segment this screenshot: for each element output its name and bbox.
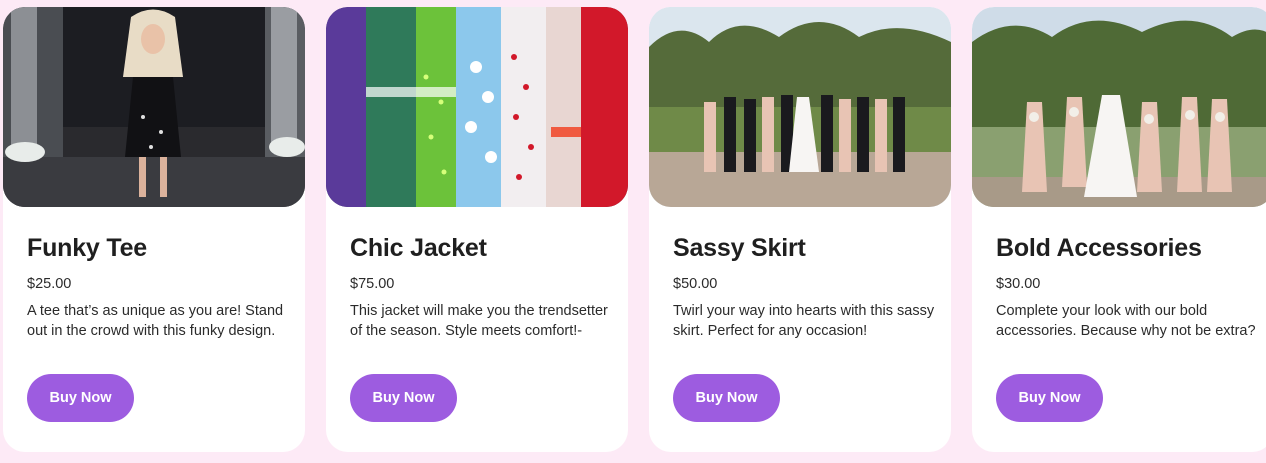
product-title: Sassy Skirt bbox=[673, 234, 806, 262]
product-price: $50.00 bbox=[673, 276, 718, 292]
product-image-funky-tee bbox=[3, 7, 305, 207]
product-price: $25.00 bbox=[27, 276, 72, 292]
buy-now-button[interactable]: Buy Now bbox=[996, 374, 1103, 422]
product-card-chic-jacket: Chic Jacket $75.00 This jacket will make… bbox=[326, 7, 628, 452]
product-details: Funky Tee $25.00 A tee that’s as unique … bbox=[27, 232, 289, 341]
product-details: Chic Jacket $75.00 This jacket will make… bbox=[350, 232, 612, 341]
buy-now-button[interactable]: Buy Now bbox=[27, 374, 134, 422]
product-details: Sassy Skirt $50.00 Twirl your way into h… bbox=[673, 232, 935, 341]
product-description: Complete your look with our bold accesso… bbox=[996, 303, 1256, 339]
product-price: $75.00 bbox=[350, 276, 395, 292]
product-title: Funky Tee bbox=[27, 234, 147, 262]
product-image-bold-accessories bbox=[972, 7, 1266, 207]
buy-now-button[interactable]: Buy Now bbox=[350, 374, 457, 422]
product-card-funky-tee: Funky Tee $25.00 A tee that’s as unique … bbox=[3, 7, 305, 452]
product-title: Chic Jacket bbox=[350, 234, 487, 262]
buy-now-button[interactable]: Buy Now bbox=[673, 374, 780, 422]
product-title: Bold Accessories bbox=[996, 234, 1202, 262]
product-description: This jacket will make you the trendsette… bbox=[350, 303, 608, 339]
product-card-sassy-skirt: Sassy Skirt $50.00 Twirl your way into h… bbox=[649, 7, 951, 452]
product-image-sassy-skirt bbox=[649, 7, 951, 207]
product-grid: Funky Tee $25.00 A tee that’s as unique … bbox=[3, 7, 1266, 452]
product-price: $30.00 bbox=[996, 276, 1041, 292]
product-card-bold-accessories: Bold Accessories $30.00 Complete your lo… bbox=[972, 7, 1266, 452]
product-details: Bold Accessories $30.00 Complete your lo… bbox=[996, 232, 1258, 341]
product-description: A tee that’s as unique as you are! Stand… bbox=[27, 303, 284, 339]
product-image-chic-jacket bbox=[326, 7, 628, 207]
product-description: Twirl your way into hearts with this sas… bbox=[673, 303, 935, 339]
